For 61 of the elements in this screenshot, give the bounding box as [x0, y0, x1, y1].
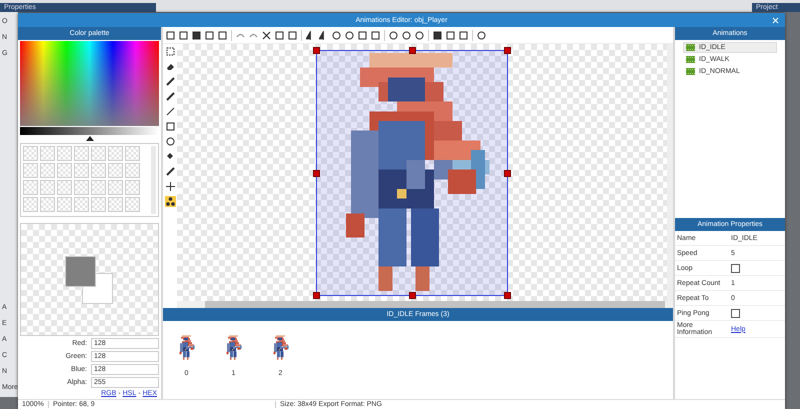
film-strip-icon [686, 68, 695, 75]
scrollbar[interactable] [177, 301, 673, 308]
color-swatch[interactable] [108, 163, 123, 178]
color-swatch[interactable] [91, 180, 106, 196]
brightness-slider[interactable] [20, 127, 159, 142]
color-swatch[interactable] [125, 163, 140, 178]
color-swatch[interactable] [108, 180, 123, 196]
resize-handle[interactable] [313, 46, 320, 54]
color-swatch[interactable] [57, 180, 72, 196]
color-swatch[interactable] [40, 163, 55, 178]
resize-handle[interactable] [504, 292, 511, 298]
frame-thumbnail[interactable] [271, 335, 290, 360]
frame-thumbnail[interactable] [177, 335, 196, 360]
color-swatch[interactable] [23, 180, 38, 196]
color-swatch[interactable] [125, 197, 140, 212]
color-spectrum[interactable] [20, 41, 159, 126]
eraser-icon[interactable] [164, 61, 176, 72]
color-swatch[interactable] [74, 163, 89, 178]
cut-icon[interactable] [262, 30, 271, 40]
resize-handle[interactable] [409, 46, 416, 54]
color-swatch[interactable] [74, 197, 89, 212]
film-strip-icon [686, 44, 695, 51]
slider-thumb[interactable] [86, 136, 94, 142]
color-swatch[interactable] [108, 146, 123, 162]
color-swatch[interactable] [23, 146, 38, 162]
scrollbar[interactable] [667, 44, 673, 301]
color-swatch[interactable] [40, 197, 55, 212]
nodes-icon[interactable] [164, 196, 176, 207]
color-swatch[interactable] [91, 197, 106, 212]
frame-thumbnail[interactable] [224, 335, 243, 360]
color-swatch[interactable] [125, 146, 140, 162]
color-swatch[interactable] [23, 197, 38, 212]
checkbox[interactable] [731, 264, 740, 272]
primary-secondary-colors-drawing[interactable] [65, 256, 113, 304]
color-swatch[interactable] [74, 146, 89, 162]
color-swatch[interactable] [74, 180, 89, 196]
drawing-canvas[interactable] [177, 44, 667, 301]
resize-handle[interactable] [313, 292, 320, 298]
line-icon[interactable] [164, 106, 176, 117]
close-icon[interactable] [772, 17, 779, 24]
color-swatch[interactable] [57, 163, 72, 178]
resize-handle[interactable] [504, 46, 511, 54]
color-swatch[interactable] [40, 180, 55, 196]
color-swatch[interactable] [108, 197, 123, 212]
color-swatch[interactable] [57, 197, 72, 212]
crosshair-icon[interactable] [164, 181, 176, 192]
resize-handle[interactable] [504, 170, 511, 176]
color-swatch[interactable] [57, 146, 72, 162]
rectangle-icon[interactable] [164, 121, 176, 132]
color-swatch[interactable] [91, 163, 106, 178]
selection-icon[interactable] [164, 46, 176, 57]
color-swatch[interactable] [23, 163, 38, 178]
color-swatch[interactable] [40, 146, 55, 162]
ellipse-icon[interactable] [164, 136, 176, 147]
resize-handle[interactable] [313, 170, 320, 176]
checkbox[interactable] [731, 308, 740, 318]
film-strip-icon [686, 56, 695, 63]
resize-handle[interactable] [409, 292, 416, 298]
pencil-icon[interactable] [164, 76, 176, 87]
color-swatch[interactable] [91, 146, 106, 162]
color-swatch[interactable] [125, 180, 140, 196]
